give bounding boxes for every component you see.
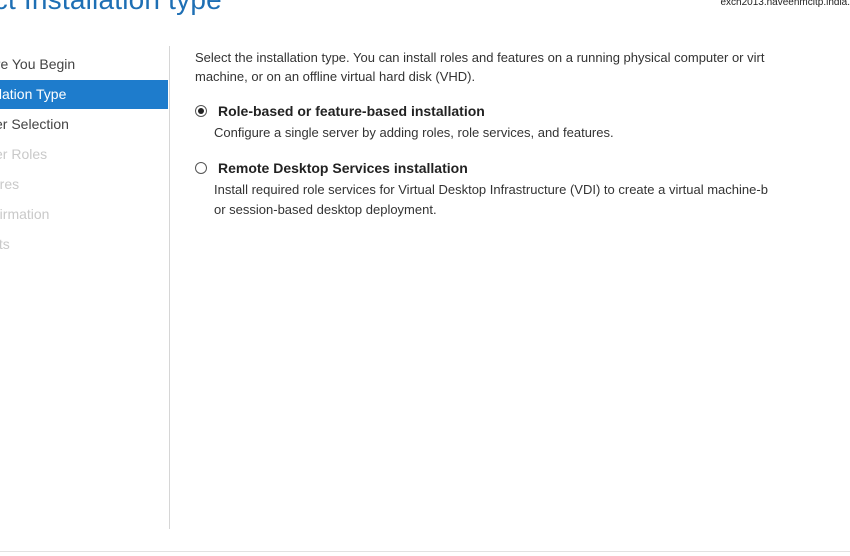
footer-divider [0, 551, 850, 552]
nav-item-before-you-begin[interactable]: ore You Begin [0, 50, 168, 79]
nav-item-features: tures [0, 170, 168, 199]
option-description-line: or session-based desktop deployment. [214, 202, 437, 217]
nav-item-server-selection[interactable]: ver Selection [0, 110, 168, 139]
page-title: ect Installation type [0, 0, 222, 16]
nav-item-server-roles: ver Roles [0, 140, 168, 169]
option-description-line: Configure a single server by adding role… [214, 125, 614, 140]
wizard-nav: ore You Begin allation Type ver Selectio… [0, 50, 168, 260]
option-remote-desktop-selector[interactable]: Remote Desktop Services installation [195, 158, 850, 178]
intro-line: machine, or on an offline virtual hard d… [195, 69, 476, 84]
content-pane: Select the installation type. You can in… [195, 48, 850, 220]
nav-item-label: allation Type [0, 86, 67, 102]
nav-item-label: ore You Begin [0, 56, 76, 72]
nav-item-label: ults [0, 236, 10, 252]
nav-item-installation-type[interactable]: allation Type [0, 80, 168, 109]
nav-item-label: tures [0, 176, 20, 192]
option-label[interactable]: Remote Desktop Services installation [218, 160, 468, 176]
intro-text: Select the installation type. You can in… [195, 48, 850, 86]
option-remote-desktop: Remote Desktop Services installation Ins… [195, 158, 850, 220]
option-label[interactable]: Role-based or feature-based installation [218, 103, 485, 119]
nav-item-label: nfirmation [0, 206, 50, 222]
nav-item-label: ver Selection [0, 116, 69, 132]
option-description: Install required role services for Virtu… [214, 180, 850, 220]
nav-item-confirmation: nfirmation [0, 200, 168, 229]
radio-button-unselected[interactable] [195, 162, 207, 174]
intro-line: Select the installation type. You can in… [195, 50, 765, 65]
option-role-based: Role-based or feature-based installation… [195, 101, 850, 143]
nav-divider [169, 46, 170, 529]
option-role-based-selector[interactable]: Role-based or feature-based installation [195, 101, 850, 121]
option-description-line: Install required role services for Virtu… [214, 182, 768, 197]
nav-item-results: ults [0, 230, 168, 259]
option-description: Configure a single server by adding role… [214, 123, 850, 143]
nav-item-label: ver Roles [0, 146, 48, 162]
radio-button-selected[interactable] [195, 105, 207, 117]
destination-server-name: exch2013.naveenmcitp.india. [720, 0, 850, 8]
wizard-page: ect Installation type exch2013.naveenmci… [0, 0, 850, 556]
